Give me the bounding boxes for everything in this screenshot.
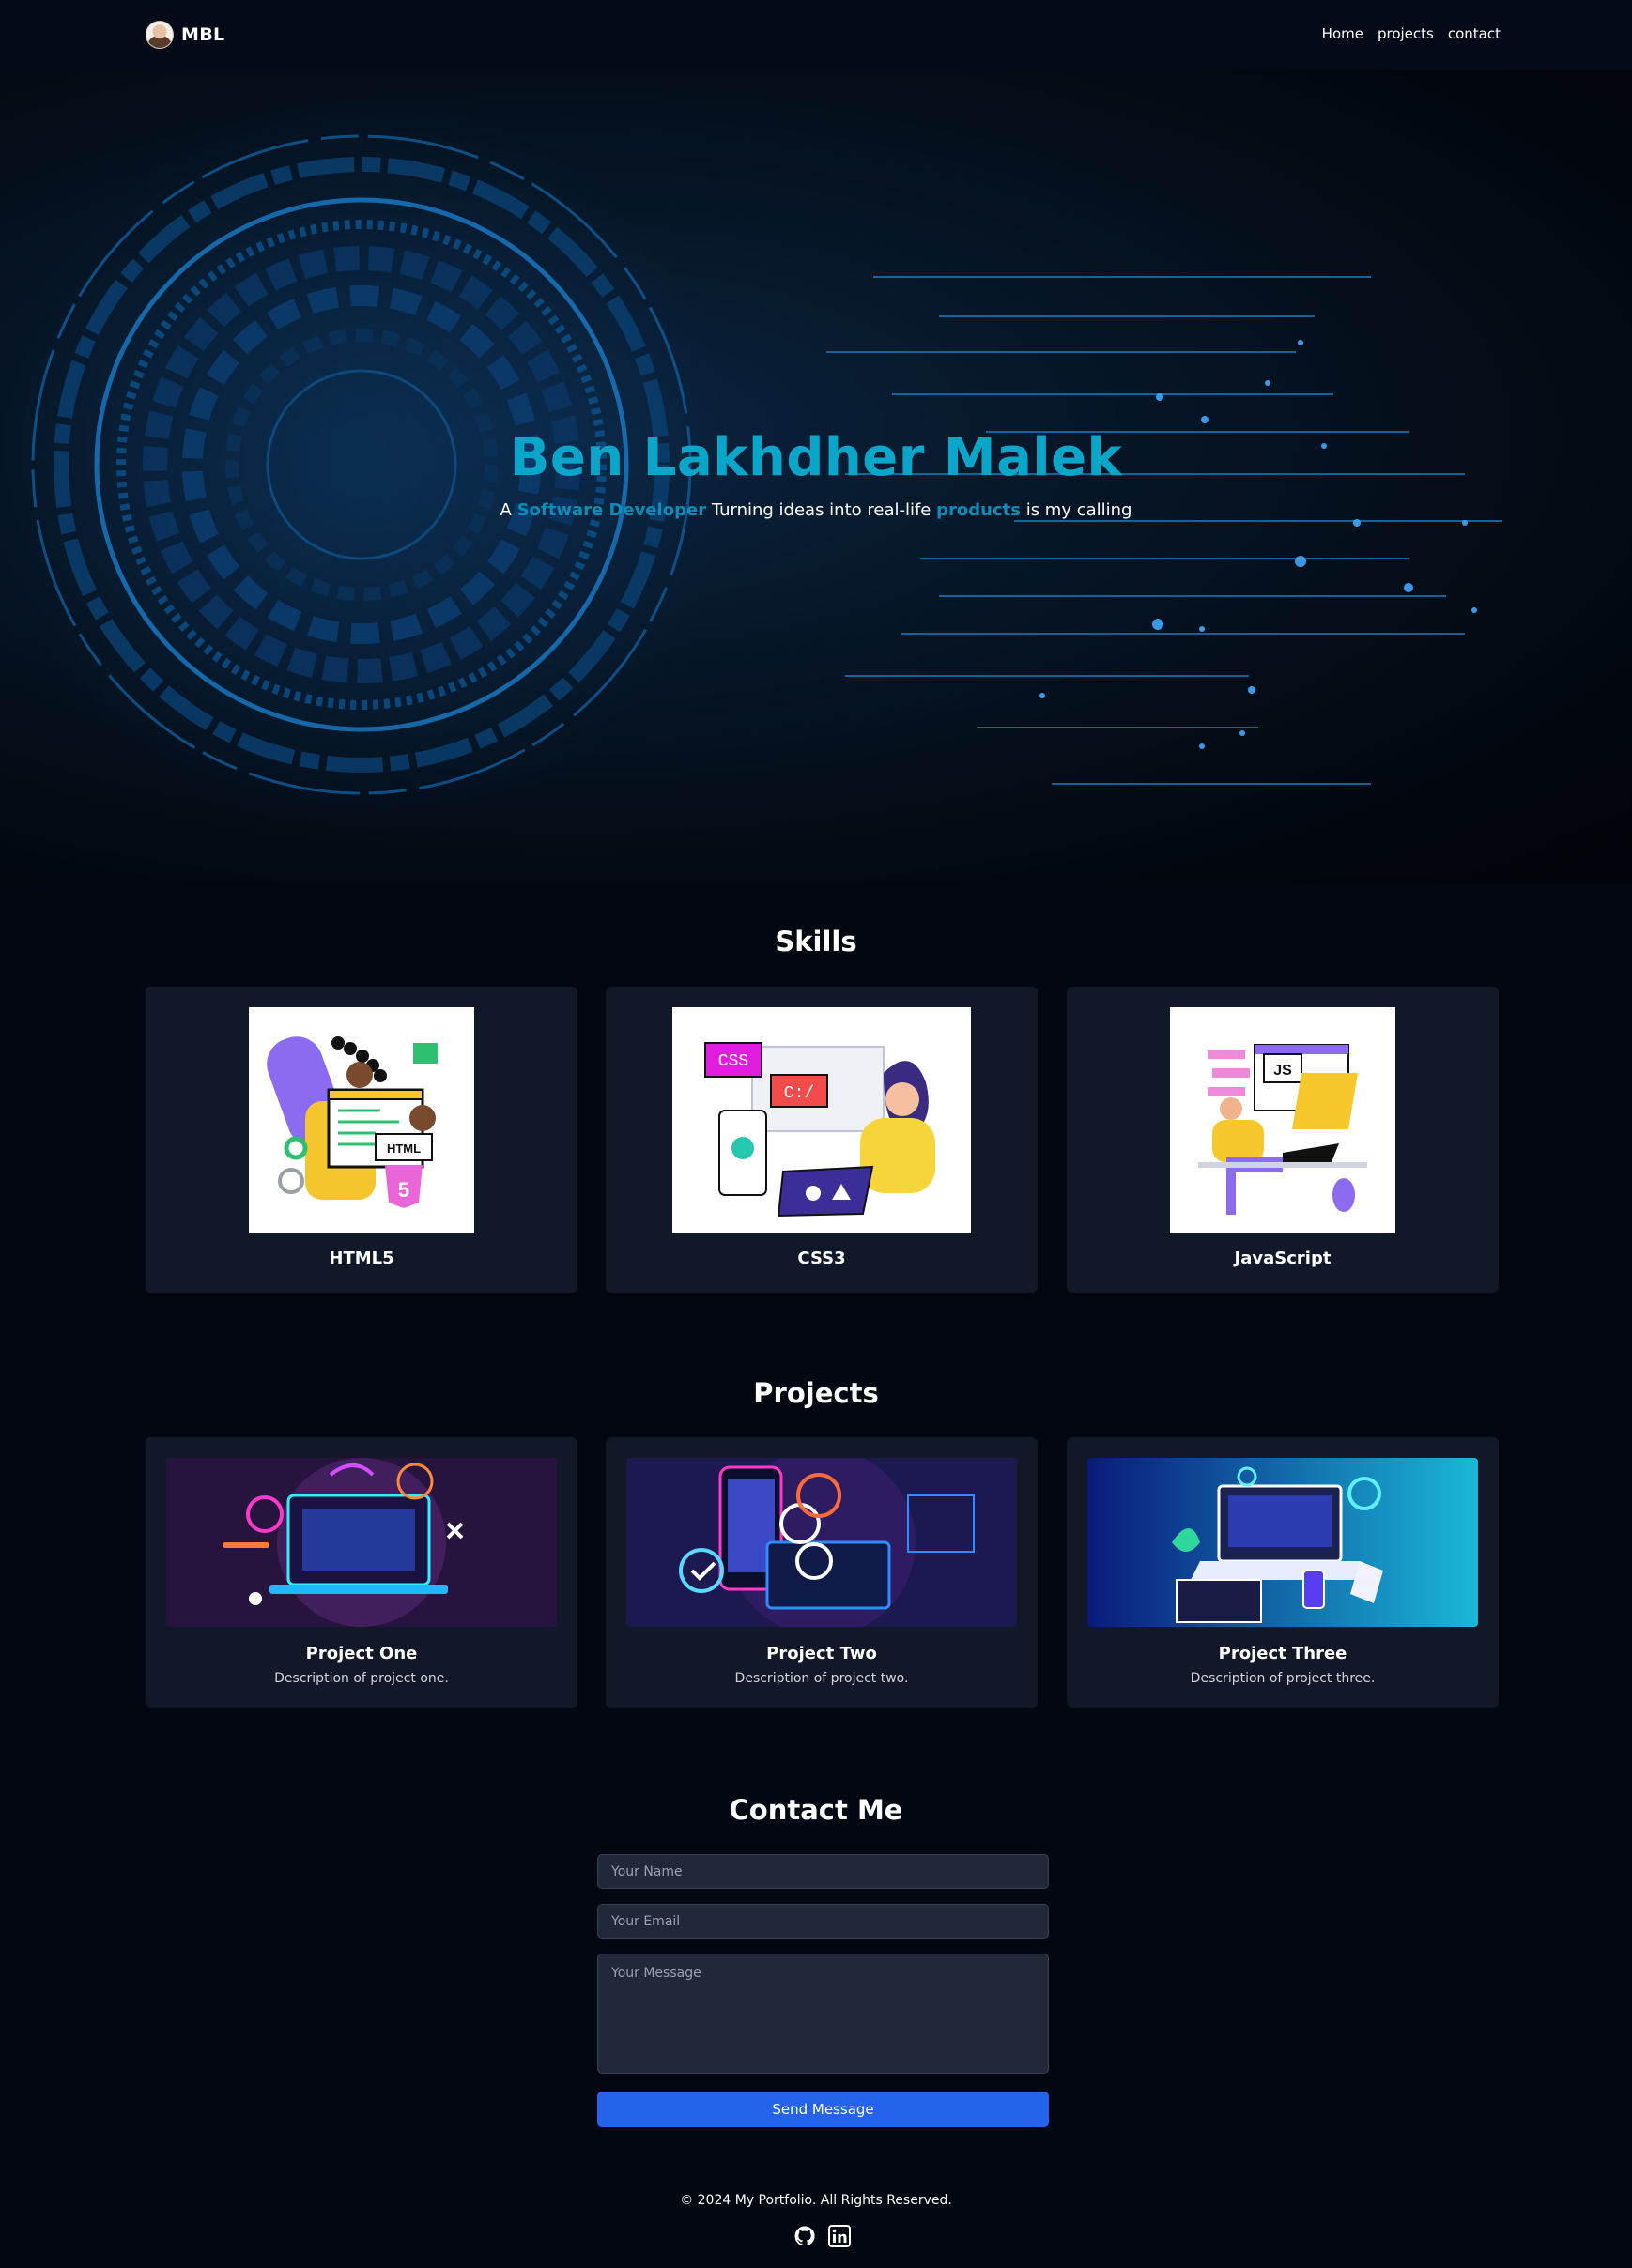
project-description: Description of project three. [1190, 1671, 1376, 1686]
project-card-three[interactable]: Project Three Description of project thr… [1067, 1437, 1499, 1708]
hero-section: Ben Lakhdher Malek A Software Developer … [0, 70, 1632, 883]
navbar: MBL Home projects contact [0, 0, 1632, 70]
avatar [146, 21, 174, 49]
brand[interactable]: MBL [146, 21, 224, 49]
skill-name: CSS3 [797, 1249, 846, 1268]
project-description: Description of project two. [734, 1671, 909, 1686]
project-name: Project Three [1218, 1644, 1347, 1663]
js-label: JS [1273, 1063, 1292, 1079]
nav-links: Home projects contact [1322, 25, 1501, 42]
css-illustration: CSS C:/ [672, 1007, 971, 1233]
nav-link-projects[interactable]: projects [1378, 25, 1434, 42]
project-card-one[interactable]: Project One Description of project one. [146, 1437, 577, 1708]
project-name: Project One [305, 1644, 418, 1663]
skill-card-html: HTML 5 HTML5 [146, 987, 577, 1293]
project-three-image [1087, 1458, 1478, 1627]
email-input[interactable] [597, 1904, 1049, 1939]
message-textarea[interactable] [597, 1954, 1049, 2074]
project-one-image [166, 1458, 557, 1627]
nav-link-home[interactable]: Home [1322, 25, 1363, 42]
skill-name: JavaScript [1234, 1249, 1332, 1268]
hero-subtitle-prefix: A [500, 500, 512, 520]
nav-link-contact[interactable]: contact [1448, 25, 1501, 42]
html5-label: 5 [398, 1178, 409, 1202]
project-description: Description of project one. [274, 1671, 449, 1686]
contact-title: Contact Me [729, 1794, 903, 1826]
html-label: HTML [387, 1142, 421, 1156]
skills-title: Skills [775, 926, 857, 958]
project-two-image [626, 1458, 1017, 1627]
brand-name: MBL [181, 24, 225, 45]
skill-card-css: CSS C:/ CSS3 [606, 987, 1038, 1293]
send-message-button[interactable]: Send Message [597, 2092, 1049, 2127]
hero-products: products [936, 500, 1021, 520]
hero-subtitle-suffix: is my calling [1025, 500, 1132, 520]
skill-card-js: JS JavaScript [1067, 987, 1499, 1293]
project-name: Project Two [766, 1644, 877, 1663]
github-icon[interactable] [793, 2225, 816, 2247]
hero-title: Ben Lakhdher Malek [509, 427, 1123, 488]
hero-subtitle-middle: Turning ideas into real-life [711, 500, 931, 520]
project-card-two[interactable]: Project Two Description of project two. [606, 1437, 1038, 1708]
linkedin-icon[interactable] [828, 2225, 851, 2247]
js-illustration: JS [1170, 1007, 1395, 1233]
name-input[interactable] [597, 1854, 1049, 1889]
footer-copyright: © 2024 My Portfolio. All Rights Reserved… [680, 2193, 952, 2208]
hero-subtitle: A Software Developer Turning ideas into … [0, 500, 1632, 520]
hero-role: Software Developer [516, 500, 707, 520]
css-label: CSS [718, 1052, 748, 1071]
projects-title: Projects [753, 1377, 879, 1409]
cpath-label: C:/ [784, 1084, 814, 1103]
html-illustration: HTML 5 [249, 1007, 474, 1233]
skill-name: HTML5 [329, 1249, 394, 1268]
